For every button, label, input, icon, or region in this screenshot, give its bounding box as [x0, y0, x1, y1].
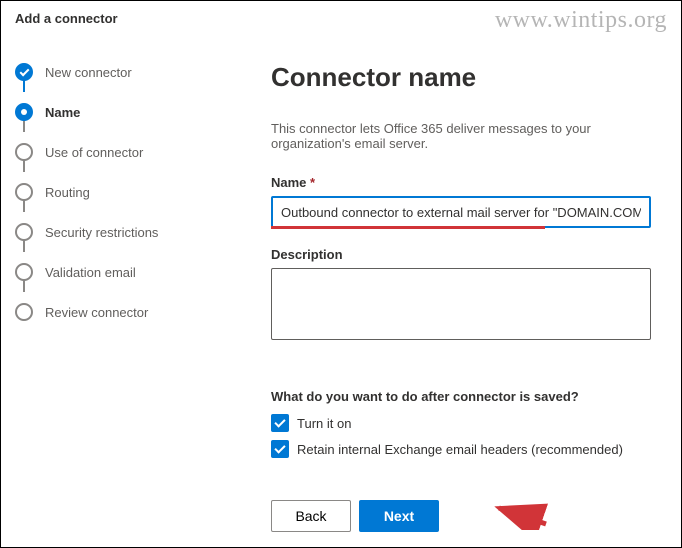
intro-text: This connector lets Office 365 deliver m…	[271, 121, 651, 151]
after-save-question: What do you want to do after connector i…	[271, 389, 651, 404]
step-pending-icon	[15, 303, 33, 321]
name-input[interactable]	[271, 196, 651, 228]
footer-actions: Back Next	[201, 490, 681, 532]
step-done-icon	[15, 63, 33, 81]
watermark-text: www.wintips.org	[495, 7, 667, 34]
step-review-connector[interactable]: Review connector	[15, 292, 201, 332]
step-validation-email[interactable]: Validation email	[15, 252, 201, 292]
checkbox-label: Turn it on	[297, 416, 351, 431]
next-button[interactable]: Next	[359, 500, 439, 532]
step-label: Security restrictions	[45, 225, 158, 240]
name-label: Name *	[271, 175, 651, 190]
checkbox-turn-on-row[interactable]: Turn it on	[271, 414, 651, 432]
step-pending-icon	[15, 223, 33, 241]
main-panel: Connector name This connector lets Offic…	[201, 34, 681, 544]
checkbox-label: Retain internal Exchange email headers (…	[297, 442, 623, 457]
annotation-arrow-icon	[491, 502, 551, 530]
panel-title: Add a connector	[15, 11, 118, 26]
checkbox-checked-icon[interactable]	[271, 414, 289, 432]
step-routing[interactable]: Routing	[15, 172, 201, 212]
description-label: Description	[271, 247, 651, 262]
wizard-steps: New connector Name Use of connector Rout…	[1, 34, 201, 544]
step-pending-icon	[15, 183, 33, 201]
step-label: New connector	[45, 65, 132, 80]
step-label: Validation email	[45, 265, 136, 280]
page-title: Connector name	[271, 62, 651, 93]
back-button[interactable]: Back	[271, 500, 351, 532]
step-pending-icon	[15, 143, 33, 161]
checkbox-checked-icon[interactable]	[271, 440, 289, 458]
step-pending-icon	[15, 263, 33, 281]
step-label: Use of connector	[45, 145, 143, 160]
checkbox-retain-headers-row[interactable]: Retain internal Exchange email headers (…	[271, 440, 651, 458]
step-label: Review connector	[45, 305, 148, 320]
step-name[interactable]: Name	[15, 92, 201, 132]
description-input[interactable]	[271, 268, 651, 340]
step-security[interactable]: Security restrictions	[15, 212, 201, 252]
step-label: Routing	[45, 185, 90, 200]
step-use-of-connector[interactable]: Use of connector	[15, 132, 201, 172]
step-active-icon	[15, 103, 33, 121]
step-new-connector[interactable]: New connector	[15, 52, 201, 92]
step-label: Name	[45, 105, 80, 120]
annotation-underline	[271, 226, 545, 229]
